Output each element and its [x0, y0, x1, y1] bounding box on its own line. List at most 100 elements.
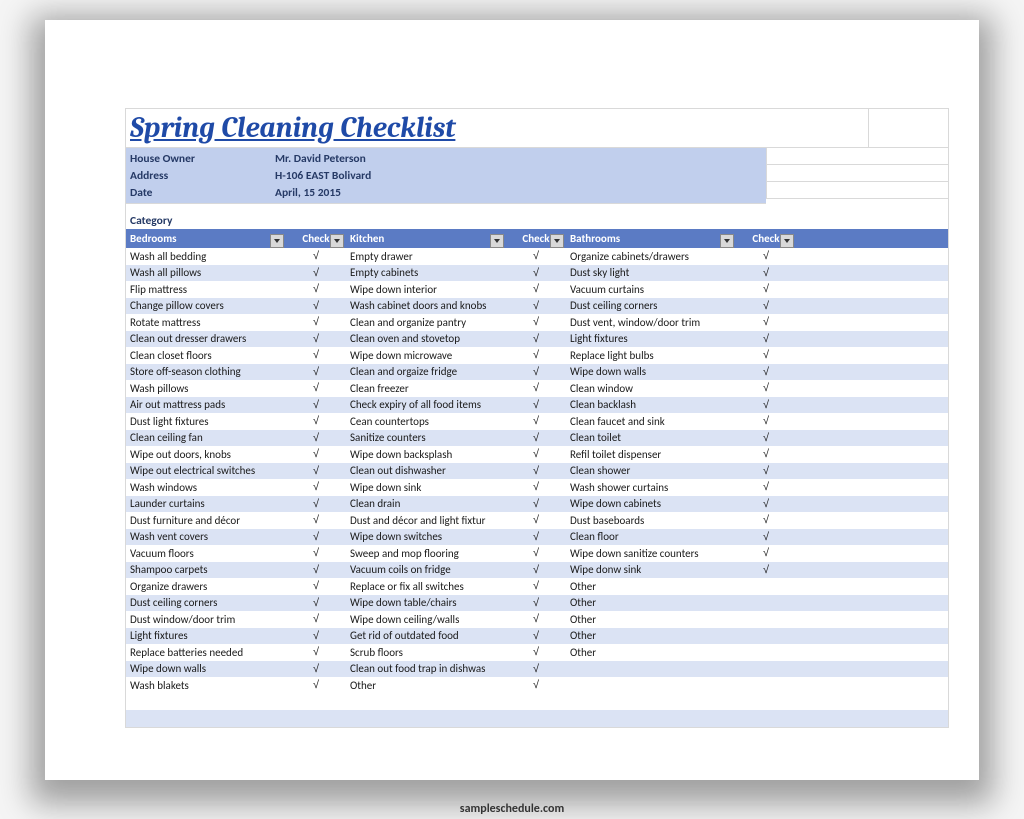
check-mark: √	[506, 613, 566, 625]
check-mark: √	[286, 399, 346, 411]
check-mark: √	[736, 366, 796, 378]
bedroom-task: Wash pillows	[126, 382, 286, 395]
header-check-1[interactable]: Check	[286, 232, 346, 245]
check-mark: √	[506, 432, 566, 444]
kitchen-task: Clean and organize pantry	[346, 316, 506, 329]
bedroom-task: Dust light fixtures	[126, 415, 286, 428]
table-row: Wash pillows√Clean freezer√Clean window√	[126, 380, 948, 397]
check-mark: √	[736, 415, 796, 427]
check-mark: √	[506, 514, 566, 526]
category-spacer	[766, 203, 948, 229]
header-bedrooms[interactable]: Bedrooms	[126, 232, 286, 245]
check-mark: √	[506, 349, 566, 361]
filter-dropdown-icon[interactable]	[270, 234, 284, 248]
kitchen-task: Empty cabinets	[346, 266, 506, 279]
check-mark: √	[506, 498, 566, 510]
kitchen-task: Clean out food trap in dishwas	[346, 662, 506, 675]
bathroom-task: Other	[566, 613, 736, 626]
bathroom-task: Organize cabinets/drawers	[566, 250, 736, 263]
filter-dropdown-icon[interactable]	[490, 234, 504, 248]
kitchen-task: Wipe down ceiling/walls	[346, 613, 506, 626]
check-mark: √	[736, 382, 796, 394]
check-mark: √	[506, 399, 566, 411]
address-label: Address	[130, 169, 275, 183]
check-mark: √	[506, 316, 566, 328]
check-mark: √	[286, 267, 346, 279]
check-mark: √	[286, 465, 346, 477]
filter-dropdown-icon[interactable]	[550, 234, 564, 248]
check-mark: √	[286, 448, 346, 460]
check-mark: √	[506, 663, 566, 675]
check-mark: √	[506, 481, 566, 493]
bedroom-task: Launder curtains	[126, 497, 286, 510]
bathroom-task: Other	[566, 596, 736, 609]
filter-dropdown-icon[interactable]	[780, 234, 794, 248]
check-mark: √	[736, 333, 796, 345]
check-mark: √	[286, 514, 346, 526]
kitchen-task: Wipe down sink	[346, 481, 506, 494]
header-kitchen[interactable]: Kitchen	[346, 232, 506, 245]
bedroom-task: Dust window/door trim	[126, 613, 286, 626]
bedroom-task: Dust furniture and décor	[126, 514, 286, 527]
bathroom-task: Clean shower	[566, 464, 736, 477]
kitchen-task: Sanitize counters	[346, 431, 506, 444]
owner-value: Mr. David Peterson	[275, 152, 366, 166]
check-mark: √	[286, 366, 346, 378]
bathroom-task: Dust baseboards	[566, 514, 736, 527]
check-mark: √	[286, 679, 346, 691]
bathroom-task: Replace light bulbs	[566, 349, 736, 362]
bedroom-task: Wash windows	[126, 481, 286, 494]
kitchen-task: Check expiry of all food items	[346, 398, 506, 411]
check-mark: √	[286, 630, 346, 642]
header-check-3[interactable]: Check	[736, 232, 796, 245]
check-mark: √	[286, 580, 346, 592]
bathroom-task: Other	[566, 646, 736, 659]
check-mark: √	[286, 432, 346, 444]
bedroom-task: Clean ceiling fan	[126, 431, 286, 444]
bedroom-task: Wash all bedding	[126, 250, 286, 263]
table-row: Wipe out electrical switches√Clean out d…	[126, 463, 948, 480]
check-mark: √	[736, 448, 796, 460]
table-row: Wash blakets√Other√	[126, 677, 948, 694]
check-mark: √	[506, 564, 566, 576]
check-mark: √	[506, 630, 566, 642]
header-bathrooms[interactable]: Bathrooms	[566, 232, 736, 245]
kitchen-task: Dust and décor and light fixtur	[346, 514, 506, 527]
kitchen-task: Clean and orgaize fridge	[346, 365, 506, 378]
check-mark: √	[736, 349, 796, 361]
check-mark: √	[286, 613, 346, 625]
check-mark: √	[286, 597, 346, 609]
check-mark: √	[736, 564, 796, 576]
check-mark: √	[286, 531, 346, 543]
bathroom-task: Clean floor	[566, 530, 736, 543]
bedroom-task: Vacuum floors	[126, 547, 286, 560]
kitchen-task: Cean countertops	[346, 415, 506, 428]
check-mark: √	[286, 547, 346, 559]
table-row: Dust furniture and décor√Dust and décor …	[126, 512, 948, 529]
table-row: Wipe down walls√Clean out food trap in d…	[126, 661, 948, 678]
header-check-2[interactable]: Check	[506, 232, 566, 245]
table-row: Wash all bedding√Empty drawer√Organize c…	[126, 248, 948, 265]
check-mark: √	[736, 316, 796, 328]
check-mark: √	[286, 250, 346, 262]
filter-dropdown-icon[interactable]	[720, 234, 734, 248]
spreadsheet: Spring Cleaning Checklist House OwnerMr.…	[125, 108, 949, 728]
document-page: Spring Cleaning Checklist House OwnerMr.…	[45, 20, 979, 780]
table-row: Air out mattress pads√Check expiry of al…	[126, 397, 948, 414]
bathroom-task: Clean toilet	[566, 431, 736, 444]
owner-label: House Owner	[130, 152, 275, 166]
kitchen-task: Wipe down switches	[346, 530, 506, 543]
check-mark: √	[736, 399, 796, 411]
table-row: Wash all pillows√Empty cabinets√Dust sky…	[126, 265, 948, 282]
check-mark: √	[506, 646, 566, 658]
table-row: Replace batteries needed√Scrub floors√Ot…	[126, 644, 948, 661]
kitchen-task: Get rid of outdated food	[346, 629, 506, 642]
check-mark: √	[506, 415, 566, 427]
filter-dropdown-icon[interactable]	[330, 234, 344, 248]
check-mark: √	[506, 283, 566, 295]
check-mark: √	[286, 382, 346, 394]
bathroom-task: Light fixtures	[566, 332, 736, 345]
bathroom-task: Wipe down sanitize counters	[566, 547, 736, 560]
bedroom-task: Wash blakets	[126, 679, 286, 692]
table-row: Light fixtures√Get rid of outdated food√…	[126, 628, 948, 645]
